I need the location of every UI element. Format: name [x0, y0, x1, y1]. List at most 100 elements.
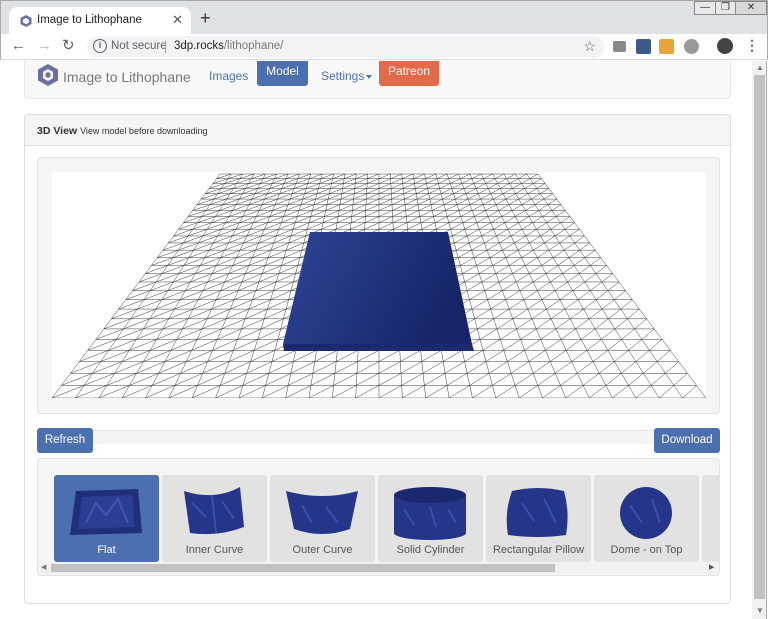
grid-line: [559, 290, 573, 300]
grid-line: [183, 216, 202, 223]
grid-line: [554, 229, 566, 237]
shape-flat[interactable]: Flat: [54, 475, 159, 562]
nav-images[interactable]: Images: [209, 69, 248, 83]
grid-line: [138, 273, 163, 283]
grid-line: [264, 308, 287, 320]
site-navbar: Image to Lithophane Images Model Setting…: [24, 61, 731, 99]
grid-line: [98, 385, 130, 398]
3d-grid-scene[interactable]: [52, 172, 706, 398]
forward-icon[interactable]: →: [37, 37, 52, 55]
browser-tab[interactable]: Image to Lithophane ✕: [9, 7, 191, 35]
shape-partial-card[interactable]: [702, 475, 719, 562]
grid-line: [514, 235, 526, 244]
grid-line: [178, 265, 201, 274]
camera-icon[interactable]: [613, 41, 626, 52]
pdf-extension-icon[interactable]: [659, 39, 674, 54]
grid-line: [242, 373, 269, 386]
grid-line: [413, 173, 425, 179]
shape-solid-cylinder[interactable]: Solid Cylinder: [378, 475, 483, 562]
shape-rectangular-pillow[interactable]: Rectangular Pillow: [486, 475, 591, 562]
grid-line: [313, 198, 329, 205]
globe-icon[interactable]: [684, 39, 699, 54]
grid-line: [460, 257, 475, 266]
grid-line: [465, 188, 477, 194]
grid-line: [540, 328, 557, 340]
minimize-button[interactable]: —: [694, 1, 716, 15]
grid-line: [367, 173, 380, 179]
grid-line: [393, 222, 408, 230]
grid-line: [254, 339, 279, 351]
page-scroll-thumb[interactable]: [754, 75, 765, 599]
grid-line: [456, 198, 469, 205]
page-scrollbar[interactable]: ▲ ▼: [752, 61, 767, 619]
star-icon[interactable]: ☆: [583, 38, 596, 55]
grid-line: [365, 204, 380, 211]
extension-icon[interactable]: [636, 39, 651, 54]
grid-line: [472, 204, 484, 211]
grid-line: [421, 222, 435, 230]
grid-line: [403, 183, 415, 189]
grid-line: [213, 235, 233, 244]
address-bar[interactable]: i Not secure 3dp.rocks/lithophane/ ☆: [87, 36, 604, 58]
menu-icon[interactable]: ⋮: [745, 37, 759, 54]
url-text[interactable]: 3dp.rocks/lithophane/: [174, 40, 283, 52]
grid-line: [378, 373, 402, 386]
close-window-button[interactable]: ✕: [735, 1, 767, 15]
lithophane-logo-icon[interactable]: [37, 63, 59, 87]
grid-line: [216, 173, 232, 179]
grid-line: [471, 242, 485, 251]
inner-curve-shape-icon: [184, 487, 244, 535]
grid-line: [466, 229, 480, 237]
scroll-left-icon[interactable]: ◀: [41, 563, 46, 571]
grid-line: [536, 318, 552, 330]
shape-dome-on-top[interactable]: Dome - on Top: [594, 475, 699, 562]
shape-inner-curve[interactable]: Inner Curve: [162, 475, 267, 562]
shape-outer-curve[interactable]: Outer Curve: [270, 475, 375, 562]
grid-line: [556, 210, 566, 217]
grid-line: [344, 173, 357, 179]
grid-line: [367, 178, 380, 184]
back-icon[interactable]: ←: [11, 37, 26, 55]
grid-line: [84, 373, 115, 386]
scroll-right-icon[interactable]: ▶: [709, 563, 714, 571]
reload-icon[interactable]: ↻: [62, 37, 75, 55]
grid-line: [335, 222, 352, 230]
maximize-button[interactable]: ❐: [715, 1, 736, 15]
grid-line: [608, 308, 621, 319]
shape-label: Inner Curve: [185, 544, 244, 556]
tab-close-icon[interactable]: ✕: [172, 12, 183, 28]
refresh-button[interactable]: Refresh: [37, 428, 93, 453]
grid-line: [573, 257, 586, 266]
download-button[interactable]: Download: [654, 428, 720, 453]
grid-line: [575, 318, 590, 330]
grid-line: [620, 299, 633, 310]
grid-line: [560, 373, 578, 386]
info-icon[interactable]: i: [93, 39, 107, 53]
grid-line: [252, 290, 274, 300]
grid-line: [187, 308, 212, 320]
grid-line: [276, 273, 296, 283]
grid-line: [209, 183, 225, 189]
nav-model[interactable]: Model: [257, 61, 308, 86]
grid-line: [493, 308, 510, 320]
scroll-down-icon[interactable]: ▼: [756, 606, 764, 615]
3d-viewport[interactable]: [52, 172, 706, 398]
grid-line: [150, 339, 177, 351]
grid-line: [283, 210, 300, 217]
scroll-thumb[interactable]: [51, 564, 555, 572]
scroll-up-icon[interactable]: ▲: [756, 63, 764, 72]
grid-line: [156, 273, 179, 283]
brand-title[interactable]: Image to Lithophane: [63, 69, 191, 85]
avatar-icon[interactable]: [717, 38, 733, 54]
shape-scrollbar[interactable]: ◀ ▶: [39, 562, 718, 574]
grid-line: [537, 249, 549, 258]
new-tab-button[interactable]: +: [200, 9, 211, 27]
shape-label: Rectangular Pillow: [492, 544, 585, 556]
grid-line: [569, 229, 580, 237]
nav-patreon[interactable]: Patreon: [379, 61, 439, 86]
grid-line: [479, 222, 491, 230]
grid-line: [152, 373, 181, 386]
nav-settings[interactable]: Settings: [321, 69, 373, 83]
grid-line: [505, 290, 520, 300]
solid-cylinder-shape-icon: [394, 487, 466, 540]
